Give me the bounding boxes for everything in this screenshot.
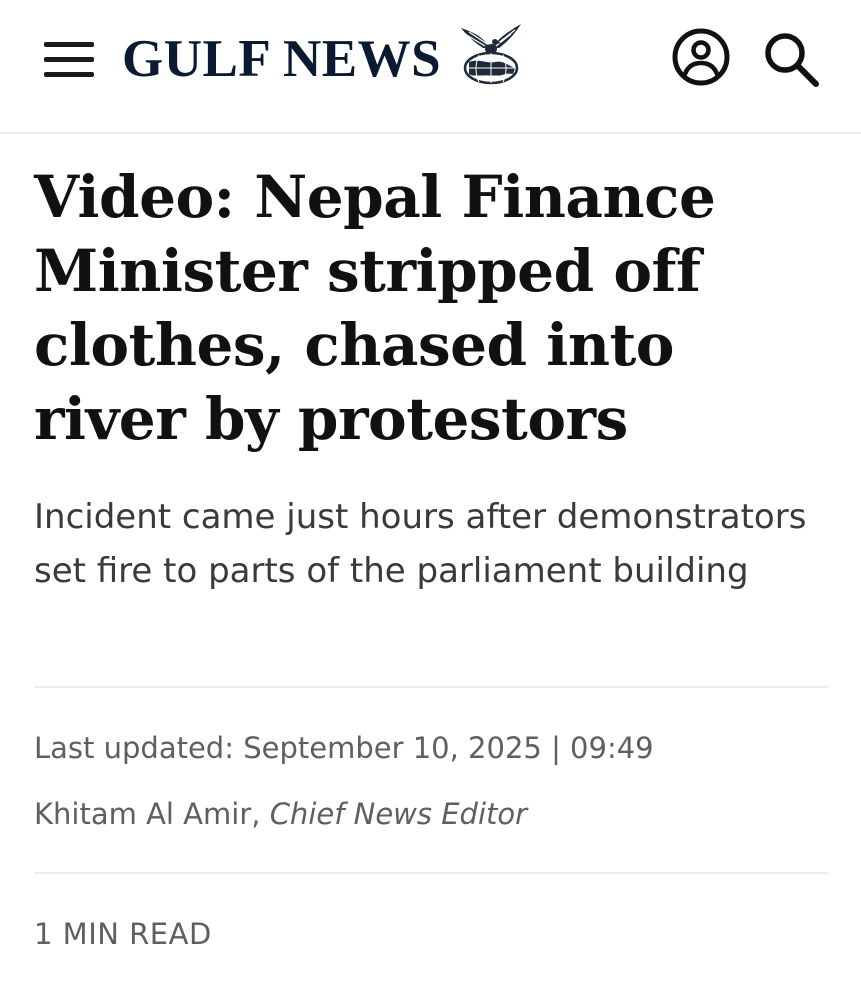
last-updated-value: September 10, 2025 | 09:49 bbox=[243, 731, 654, 765]
site-header: GULF NEWS bbox=[0, 0, 861, 134]
menu-bar bbox=[44, 57, 94, 62]
brand-name: GULF NEWS bbox=[122, 29, 442, 88]
article-subheadline: Incident came just hours after demonstra… bbox=[34, 497, 807, 591]
author-separator: , bbox=[251, 797, 261, 831]
menu-bar bbox=[44, 72, 94, 77]
eagle-globe-icon bbox=[461, 24, 522, 85]
site-logo[interactable]: GULF NEWS bbox=[122, 24, 523, 94]
article-headline: Video: Nepal Finance Minister stripped o… bbox=[34, 163, 716, 453]
last-updated-label: Last updated: bbox=[34, 731, 234, 765]
menu-bar bbox=[44, 42, 94, 47]
author-name[interactable]: Khitam Al Amir bbox=[34, 797, 251, 831]
search-button[interactable] bbox=[760, 28, 822, 90]
account-button[interactable] bbox=[670, 26, 732, 88]
byline: Khitam Al Amir, Chief News Editor bbox=[34, 792, 527, 836]
divider bbox=[34, 686, 828, 688]
read-time: 1 MIN READ bbox=[34, 917, 212, 951]
menu-icon[interactable] bbox=[40, 38, 98, 82]
last-updated: Last updated: September 10, 2025 | 09:49 bbox=[34, 726, 654, 770]
search-icon bbox=[765, 33, 819, 87]
user-account-icon bbox=[672, 28, 730, 86]
author-role: Chief News Editor bbox=[269, 797, 528, 831]
divider bbox=[34, 872, 828, 874]
